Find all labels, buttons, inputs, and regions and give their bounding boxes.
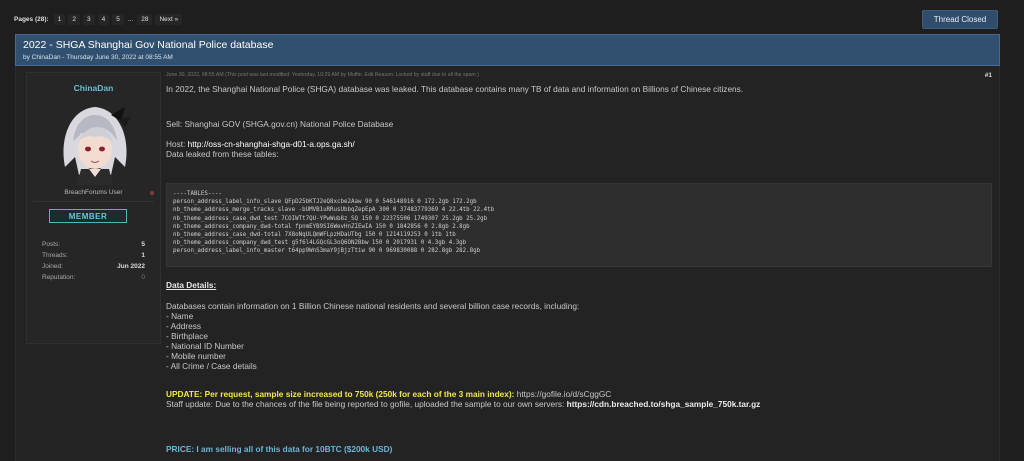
thread-byline: by ChinaDan - Thursday June 30, 2022 at …: [23, 54, 173, 61]
stat-label: Threads:: [42, 252, 68, 259]
sell-line: Sell: Shanghai GOV (SHGA.gov.cn) Nationa…: [166, 119, 394, 129]
code-line: nb_theme_address_company_dwd_test g5f6l4…: [173, 240, 467, 247]
post-intro: In 2022, the Shanghai National Police (S…: [166, 84, 744, 94]
list-item: - Birthplace: [166, 331, 208, 341]
divider: [33, 201, 154, 202]
staff-update-text: Staff update: Due to the chances of the …: [166, 399, 567, 409]
update-text: UPDATE: Per request, sample size increas…: [166, 389, 515, 399]
page-link-4[interactable]: 4: [97, 14, 110, 25]
code-line: nb_theme_address_merge_tracks_slave -bUM…: [173, 207, 495, 214]
code-line: person_address_label_info_slave QFpD25bK…: [173, 199, 477, 206]
avatar[interactable]: [51, 97, 139, 185]
pagination: Pages (28): 1 2 3 4 5 ... 28 Next »: [14, 14, 183, 25]
thread-closed-button[interactable]: Thread Closed: [922, 10, 998, 29]
thread-title: 2022 - SHGA Shanghai Gov National Police…: [23, 39, 274, 51]
code-block: ----TABLES---- person_address_label_info_…: [166, 183, 992, 267]
sample-download-link[interactable]: https://cdn.breached.to/shga_sample_750k…: [567, 399, 761, 409]
stat-label: Posts:: [42, 241, 61, 248]
host-link[interactable]: http://oss-cn-shanghai-shga-d01-a.ops.ga…: [188, 139, 355, 149]
host-line: Host: http://oss-cn-shanghai-shga-d01-a.…: [166, 139, 992, 149]
code-line: ----TABLES----: [173, 191, 222, 197]
post: ChinaDan BreachForums User MEMBER Posts:…: [15, 66, 1000, 461]
thread-header: 2022 - SHGA Shanghai Gov National Police…: [15, 34, 1000, 66]
stat-label: Joined:: [42, 263, 63, 270]
list-item: - All Crime / Case details: [166, 361, 257, 371]
page-link-5[interactable]: 5: [112, 14, 124, 25]
list-item: - National ID Number: [166, 341, 244, 351]
next-page-link[interactable]: Next »: [155, 14, 183, 25]
details-list: Databases contain information on 1 Billi…: [166, 301, 992, 371]
list-item: - Name: [166, 311, 194, 321]
stat-label: Reputation:: [42, 274, 76, 281]
stat-row-reputation: Reputation: 0: [42, 274, 145, 285]
page-link-3[interactable]: 3: [82, 14, 95, 25]
page-link-last[interactable]: 28: [137, 14, 153, 25]
pagination-label: Pages (28):: [14, 16, 49, 23]
post-body: In 2022, the Shanghai National Police (S…: [166, 84, 992, 94]
price-text: PRICE: I am selling all of this data for…: [166, 444, 393, 454]
tables-intro: Data leaked from these tables:: [166, 149, 279, 159]
stat-value: 0: [141, 274, 145, 281]
list-item: - Address: [166, 321, 202, 331]
code-line: nb_theme_address_company_dwd-total fpnmE…: [173, 223, 470, 230]
stat-value: 1: [141, 252, 145, 259]
page-link-2[interactable]: 2: [68, 14, 80, 25]
host-label: Host:: [166, 139, 188, 149]
stat-row-posts: Posts: 5: [42, 241, 145, 252]
stat-value: Jun 2022: [117, 263, 145, 270]
details-heading-text: Data Details:: [166, 280, 217, 290]
stat-value: 5: [141, 241, 145, 248]
code-line: nb_theme_address_case_dwd-total 7X8oNqUL…: [173, 232, 456, 239]
stat-row-joined: Joined: Jun 2022: [42, 263, 145, 274]
code-line: nb_theme_address_case_dwd_test 7COIWTt7Q…: [173, 215, 488, 222]
user-title: BreachForums User: [64, 189, 123, 196]
update-line: UPDATE: Per request, sample size increas…: [166, 389, 992, 399]
post-number-link[interactable]: #1: [985, 72, 992, 79]
offline-status-icon: [150, 191, 154, 195]
member-badge: MEMBER: [49, 209, 127, 223]
pagination-ellipsis: ...: [127, 16, 134, 23]
username-link[interactable]: ChinaDan: [27, 83, 160, 93]
details-heading: Data Details:: [166, 280, 992, 290]
page-link-1[interactable]: 1: [53, 14, 66, 25]
stat-row-threads: Threads: 1: [42, 252, 145, 263]
top-bar: Pages (28): 1 2 3 4 5 ... 28 Next » Thre…: [14, 10, 998, 30]
user-info-panel: ChinaDan BreachForums User MEMBER Posts:…: [26, 72, 161, 344]
staff-update-line: Staff update: Due to the chances of the …: [166, 399, 992, 409]
post-meta: June 30, 2022, 08:55 AM (This post was l…: [166, 72, 479, 78]
price-line: PRICE: I am selling all of this data for…: [166, 444, 992, 454]
user-stats: Posts: 5 Threads: 1 Joined: Jun 2022 Rep…: [42, 241, 145, 285]
list-item: - Mobile number: [166, 351, 226, 361]
details-intro: Databases contain information on 1 Billi…: [166, 301, 580, 311]
gofile-link[interactable]: https://gofile.io/d/sCggGC: [514, 389, 612, 399]
code-line: person_address_label_info_master t64pp9W…: [173, 248, 481, 255]
